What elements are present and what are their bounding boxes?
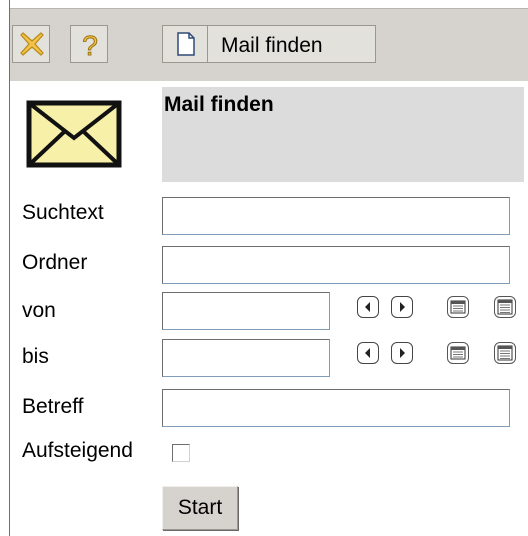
suchtext-input[interactable] bbox=[162, 197, 510, 235]
help-button[interactable]: ? bbox=[70, 25, 108, 63]
document-icon bbox=[177, 32, 195, 56]
left-arrow-icon bbox=[365, 348, 370, 358]
page-title-box: Mail finden bbox=[162, 87, 524, 182]
betreff-input[interactable] bbox=[162, 389, 510, 427]
toolbar: ? Mail finden bbox=[10, 8, 528, 81]
bis-calendar-full-button[interactable] bbox=[494, 342, 516, 364]
document-icon-wrap bbox=[163, 26, 208, 62]
close-button[interactable] bbox=[12, 25, 50, 63]
bis-label: bis bbox=[22, 345, 49, 368]
calendar-month-icon bbox=[497, 299, 513, 315]
help-icon: ? bbox=[82, 30, 99, 60]
bis-next-button[interactable] bbox=[391, 342, 413, 364]
calendar-month-icon bbox=[497, 345, 513, 361]
right-arrow-icon bbox=[400, 348, 405, 358]
bis-prev-button[interactable] bbox=[357, 342, 379, 364]
calendar-icon bbox=[450, 346, 466, 360]
calendar-icon bbox=[450, 300, 466, 314]
bis-date-input[interactable] bbox=[162, 339, 330, 377]
mail-finden-button[interactable]: Mail finden bbox=[162, 25, 376, 63]
von-date-input[interactable] bbox=[162, 292, 330, 330]
bis-calendar-button[interactable] bbox=[447, 342, 469, 364]
suchtext-label: Suchtext bbox=[22, 201, 104, 224]
left-arrow-icon bbox=[365, 302, 370, 312]
von-prev-button[interactable] bbox=[357, 296, 379, 318]
right-arrow-icon bbox=[400, 302, 405, 312]
start-button[interactable]: Start bbox=[162, 486, 238, 530]
von-label: von bbox=[22, 299, 56, 322]
envelope-icon bbox=[26, 100, 122, 168]
page-title: Mail finden bbox=[164, 93, 274, 116]
aufsteigend-label: Aufsteigend bbox=[22, 439, 133, 462]
close-icon bbox=[20, 32, 44, 56]
von-calendar-button[interactable] bbox=[447, 296, 469, 318]
ordner-label: Ordner bbox=[22, 251, 88, 274]
betreff-label: Betreff bbox=[22, 395, 84, 418]
aufsteigend-checkbox[interactable] bbox=[172, 444, 190, 462]
mail-finden-button-label: Mail finden bbox=[221, 34, 323, 57]
von-next-button[interactable] bbox=[391, 296, 413, 318]
svg-text:?: ? bbox=[82, 30, 98, 59]
von-calendar-full-button[interactable] bbox=[494, 296, 516, 318]
ordner-input[interactable] bbox=[162, 246, 510, 284]
